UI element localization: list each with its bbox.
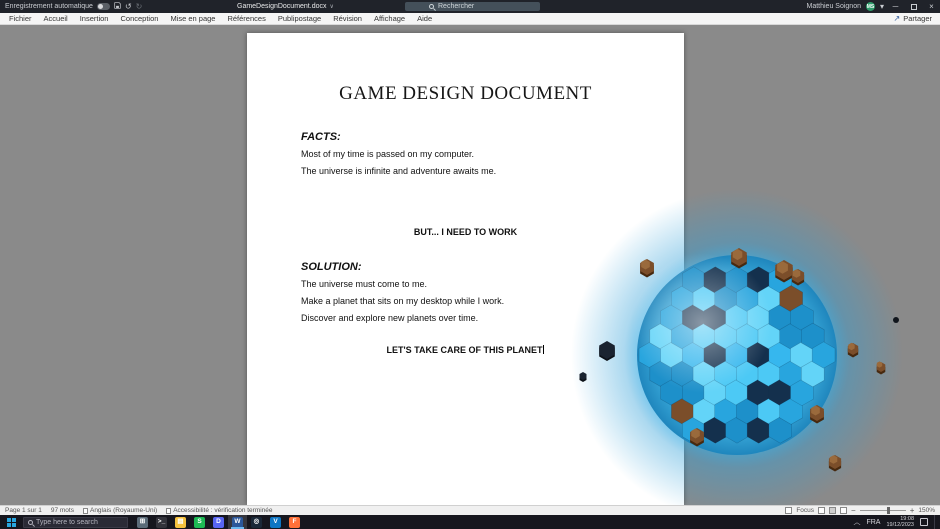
share-label: Partager — [903, 14, 932, 23]
zoom-slider[interactable] — [860, 510, 906, 511]
planet-widget[interactable] — [552, 173, 924, 505]
autosave-toggle[interactable] — [97, 3, 110, 10]
accessibility-label: Accessibilité : vérification terminée — [173, 507, 272, 514]
zoom-in-button[interactable]: + — [910, 506, 915, 515]
word-titlebar: Enregistrement automatique ↺ ↻ GameDesig… — [0, 0, 940, 13]
document-title-text: GameDesignDocument.docx — [237, 3, 327, 10]
word-count[interactable]: 97 mots — [51, 507, 74, 514]
taskbar-app-discord[interactable]: D — [209, 515, 228, 529]
share-button[interactable]: ↗ Partager — [894, 14, 940, 23]
paragraph: Most of my time is passed on my computer… — [301, 149, 630, 160]
zoom-out-button[interactable]: − — [851, 506, 856, 515]
undo-icon[interactable]: ↺ — [125, 3, 132, 11]
show-desktop-button[interactable] — [934, 515, 938, 529]
maximize-button[interactable] — [907, 0, 920, 13]
taskbar-search[interactable]: Type here to search — [23, 517, 128, 528]
user-name[interactable]: Matthieu Soignon — [807, 3, 861, 10]
user-avatar[interactable]: MS — [866, 2, 875, 11]
ribbon-tab-strip: Fichier Accueil Insertion Conception Mis… — [0, 13, 940, 25]
tab-revision[interactable]: Révision — [327, 13, 368, 25]
spellcheck-icon — [83, 508, 88, 514]
word-icon: W — [232, 517, 243, 528]
tab-mise-en-page[interactable]: Mise en page — [164, 13, 221, 25]
tab-references[interactable]: Références — [221, 13, 271, 25]
tab-insertion[interactable]: Insertion — [74, 13, 115, 25]
taskbar-app-steam[interactable]: ◎ — [247, 515, 266, 529]
tab-aide[interactable]: Aide — [411, 13, 438, 25]
task-view-icon: ⊞ — [137, 517, 148, 528]
spotify-icon: S — [194, 517, 205, 528]
accessibility-status[interactable]: Accessibilité : vérification terminée — [166, 507, 272, 514]
close-button[interactable]: × — [925, 0, 938, 13]
web-layout-icon[interactable] — [840, 507, 847, 514]
ribbon-display-options-icon[interactable]: ▾ — [880, 3, 884, 11]
steam-icon: ◎ — [251, 517, 262, 528]
ribbon-tabs: Fichier Accueil Insertion Conception Mis… — [0, 13, 438, 25]
notification-center-icon[interactable] — [920, 518, 928, 526]
tab-publipostage[interactable]: Publipostage — [272, 13, 327, 25]
doc-heading: GAME DESIGN DOCUMENT — [301, 83, 630, 105]
search-placeholder: Rechercher — [438, 3, 474, 10]
file-explorer-icon: ▤ — [175, 517, 186, 528]
firefox-icon: F — [289, 517, 300, 528]
statusbar-right: Focus − + 150% — [785, 506, 935, 515]
titlebar-right: Matthieu Soignon MS ▾ ─ × — [807, 0, 939, 13]
tab-affichage[interactable]: Affichage — [368, 13, 411, 25]
focus-icon[interactable] — [785, 507, 792, 514]
text-cursor — [543, 345, 544, 354]
taskbar-app-firefox[interactable]: F — [285, 515, 304, 529]
document-canvas: GAME DESIGN DOCUMENT FACTS: Most of my t… — [0, 25, 940, 505]
desktop-screen: Enregistrement automatique ↺ ↻ GameDesig… — [0, 0, 940, 529]
zoom-slider-thumb[interactable] — [887, 507, 890, 514]
autosave-label: Enregistrement automatique — [5, 3, 93, 10]
taskbar-app-vscode[interactable]: V — [266, 515, 285, 529]
system-tray: ︿ FRA 19:08 19/12/2023 — [853, 515, 940, 529]
tray-clock[interactable]: 19:08 19/12/2023 — [886, 516, 914, 529]
chevron-down-icon: ∨ — [330, 3, 334, 10]
word-statusbar: Page 1 sur 1 97 mots Anglais (Royaume-Un… — [0, 505, 940, 515]
taskbar-search-icon — [28, 520, 33, 525]
print-layout-icon[interactable] — [829, 507, 836, 514]
tab-conception[interactable]: Conception — [114, 13, 164, 25]
taskbar-app-file-explorer[interactable]: ▤ — [171, 515, 190, 529]
save-icon[interactable] — [114, 2, 121, 11]
windows-logo-icon — [7, 518, 16, 527]
language-label: Anglais (Royaume-Uni) — [90, 507, 157, 514]
section-heading-facts: FACTS: — [301, 131, 630, 143]
tab-fichier[interactable]: Fichier — [3, 13, 38, 25]
share-icon: ↗ — [894, 14, 901, 23]
accessibility-icon — [166, 508, 171, 514]
planet-graphic — [552, 173, 924, 505]
minimize-button[interactable]: ─ — [889, 0, 902, 13]
tab-accueil[interactable]: Accueil — [38, 13, 74, 25]
taskbar-app-spotify[interactable]: S — [190, 515, 209, 529]
discord-icon: D — [213, 517, 224, 528]
tray-date: 19/12/2023 — [886, 522, 914, 529]
callout-text: LET'S TAKE CARE OF THIS PLANET — [387, 345, 543, 355]
taskbar-apps: ⊞ >_ ▤ SDW ◎ VF — [133, 515, 304, 529]
quick-access-toolbar: Enregistrement automatique ↺ ↻ — [5, 0, 142, 13]
search-icon — [429, 4, 434, 9]
zoom-level[interactable]: 150% — [918, 507, 935, 514]
document-title-button[interactable]: GameDesignDocument.docx ∨ — [237, 0, 334, 13]
windows-taskbar: Type here to search ⊞ >_ ▤ SDW ◎ VF ︿ FRA 19:… — [0, 515, 940, 529]
taskbar-search-placeholder: Type here to search — [36, 519, 98, 526]
tray-language[interactable]: FRA — [866, 519, 880, 526]
hidden-icons-chevron[interactable]: ︿ — [853, 517, 860, 527]
start-button[interactable] — [0, 515, 22, 529]
taskbar-app-word[interactable]: W — [228, 515, 247, 529]
language-indicator[interactable]: Anglais (Royaume-Uni) — [83, 507, 157, 514]
read-mode-icon[interactable] — [818, 507, 825, 514]
terminal-icon: >_ — [156, 517, 167, 528]
search-box[interactable]: Rechercher — [405, 2, 540, 11]
vscode-icon: V — [270, 517, 281, 528]
focus-label[interactable]: Focus — [796, 507, 814, 514]
page-indicator[interactable]: Page 1 sur 1 — [5, 507, 42, 514]
redo-icon[interactable]: ↻ — [136, 3, 143, 11]
taskbar-app-terminal[interactable]: >_ — [152, 515, 171, 529]
taskbar-app-task-view[interactable]: ⊞ — [133, 515, 152, 529]
